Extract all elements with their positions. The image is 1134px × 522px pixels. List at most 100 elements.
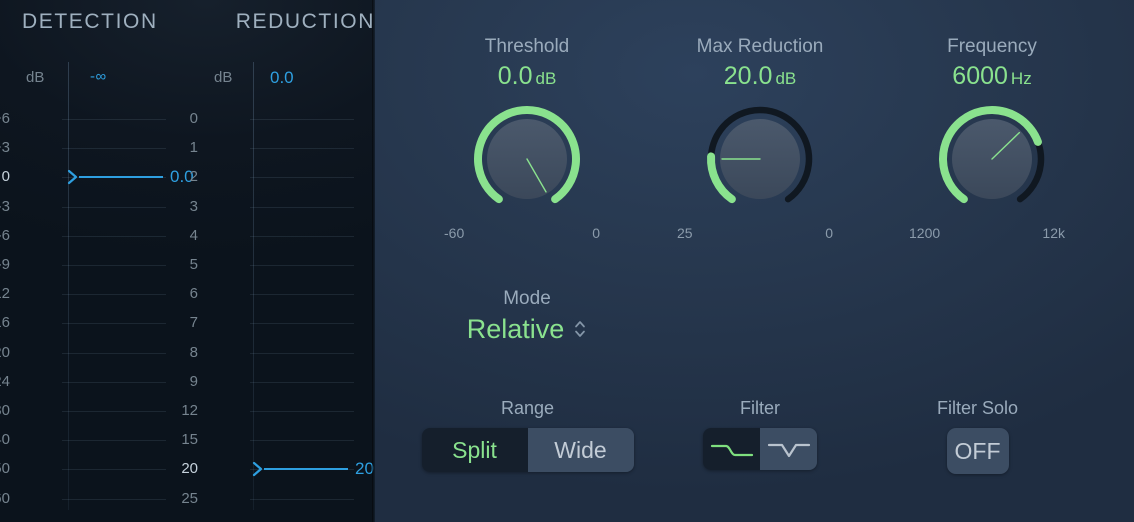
scale-tick-line [62,236,166,237]
scale-tick-label: 0 [152,110,198,128]
scale-tick-label: -50 [0,460,10,478]
max-reduction-readout: 20.0dB [655,61,865,94]
frequency-readout: 6000Hz [887,61,1097,94]
scale-tick-label: 7 [152,314,198,332]
scale-tick-label: 1 [152,139,198,157]
filter-solo-button[interactable]: OFF [947,428,1009,474]
range-title: Range [415,398,640,419]
scale-tick-line [62,119,166,120]
plugin-window: DETECTION REDUCTION dB -∞ +6+30-3-6-9-12… [0,0,1134,522]
frequency-range-high: 12k [1042,224,1065,242]
frequency-unit: Hz [1011,69,1032,88]
range-segmented-control[interactable]: Split Wide [422,428,634,472]
scale-tick-line [62,382,166,383]
range-option-split[interactable]: Split [422,428,528,472]
scale-tick-label: -12 [0,285,10,303]
scale-tick-line [250,411,354,412]
max-reduction-range: 25 0 [671,224,849,242]
scale-tick-label: 8 [152,344,198,362]
max-reduction-knob[interactable] [704,103,816,215]
filter-solo-title: Filter Solo [875,398,1080,419]
scale-tick-label: -40 [0,431,10,449]
detection-peak-value: -∞ [90,68,107,85]
filter-solo-group: Filter Solo OFF [875,398,1080,474]
filter-segmented-control[interactable] [703,428,817,470]
scale-tick-line [250,265,354,266]
reduction-unit-label: dB [214,69,232,86]
scale-tick-line [250,119,354,120]
frequency-knob[interactable] [936,103,1048,215]
meters-panel: DETECTION REDUCTION dB -∞ +6+30-3-6-9-12… [0,0,375,522]
scale-tick-label: 15 [152,431,198,449]
threshold-knob[interactable] [471,103,583,215]
scale-tick-label: -9 [0,256,10,274]
scale-tick-label: 20 [152,460,198,478]
scale-tick-label: 2 [152,168,198,186]
scale-tick-line [62,148,166,149]
scale-tick-line [250,382,354,383]
detection-unit-label: dB [26,69,44,86]
threshold-value: 0.0 [498,62,533,90]
scale-tick-label: -3 [0,198,10,216]
threshold-range-low: -60 [444,224,464,242]
scale-tick-label: -20 [0,344,10,362]
switch-row: Range Split Wide Filter [375,398,1134,508]
filter-switch-group: Filter [689,398,831,470]
scale-tick-line [62,411,166,412]
scale-tick-label: +3 [0,139,10,157]
scale-tick-line [250,148,354,149]
scale-tick-line [62,469,166,470]
scale-tick-label: 5 [152,256,198,274]
frequency-range: 1200 12k [903,224,1081,242]
mode-control[interactable]: Mode Relative [422,288,632,346]
scale-tick-line [250,177,354,178]
scale-tick-label: 4 [152,227,198,245]
scale-tick-label: -60 [0,490,10,508]
scale-tick-line [250,323,354,324]
scale-tick-line [250,207,354,208]
scale-tick-label: -6 [0,227,10,245]
mode-value: Relative [467,312,565,346]
reduction-meter[interactable]: dB 0.0 012345678912152025 20.0 [190,0,375,522]
max-reduction-value: 20.0 [724,62,773,90]
mode-selector[interactable]: Relative [422,312,632,346]
frequency-range-low: 1200 [909,224,940,242]
scale-tick-label: 9 [152,373,198,391]
scale-tick-label: -30 [0,402,10,420]
mode-label: Mode [422,288,632,310]
shelf-filter-icon[interactable] [703,428,760,470]
knob-dial[interactable] [704,103,816,215]
scale-tick-label: -16 [0,314,10,332]
threshold-label: Threshold [422,36,632,58]
scale-tick-line [62,440,166,441]
max-reduction-control[interactable]: Max Reduction 20.0dB 25 0 [655,36,865,242]
notch-filter-icon[interactable] [760,428,817,470]
knob-dial[interactable] [936,103,1048,215]
threshold-range-high: 0 [592,224,600,242]
detection-axis-rule [68,62,69,510]
threshold-unit: dB [535,69,556,88]
threshold-control[interactable]: Threshold 0.0dB -60 0 [422,36,632,242]
scale-tick-line [250,294,354,295]
max-reduction-unit: dB [775,69,796,88]
scale-tick-label: 3 [152,198,198,216]
scale-tick-label: 12 [152,402,198,420]
scale-tick-line [62,207,166,208]
max-reduction-range-low: 25 [677,224,693,242]
reduction-peak-value: 0.0 [270,68,294,88]
scale-tick-label: -24 [0,373,10,391]
scale-tick-label: 6 [152,285,198,303]
max-reduction-label: Max Reduction [655,36,865,58]
knob-row: Threshold 0.0dB -60 0 Max Reduction 20.0… [375,36,1134,266]
frequency-control[interactable]: Frequency 6000Hz 1200 12k [887,36,1097,242]
scale-tick-line [250,440,354,441]
knob-dial[interactable] [471,103,583,215]
controls-panel: Threshold 0.0dB -60 0 Max Reduction 20.0… [375,0,1134,522]
reduction-axis-rule [253,62,254,510]
range-option-wide[interactable]: Wide [528,428,634,472]
marker-chevron-icon [66,167,80,187]
scale-tick-line [250,499,354,500]
filter-title: Filter [689,398,831,419]
threshold-readout: 0.0dB [422,61,632,94]
chevron-updown-icon[interactable] [573,317,587,341]
